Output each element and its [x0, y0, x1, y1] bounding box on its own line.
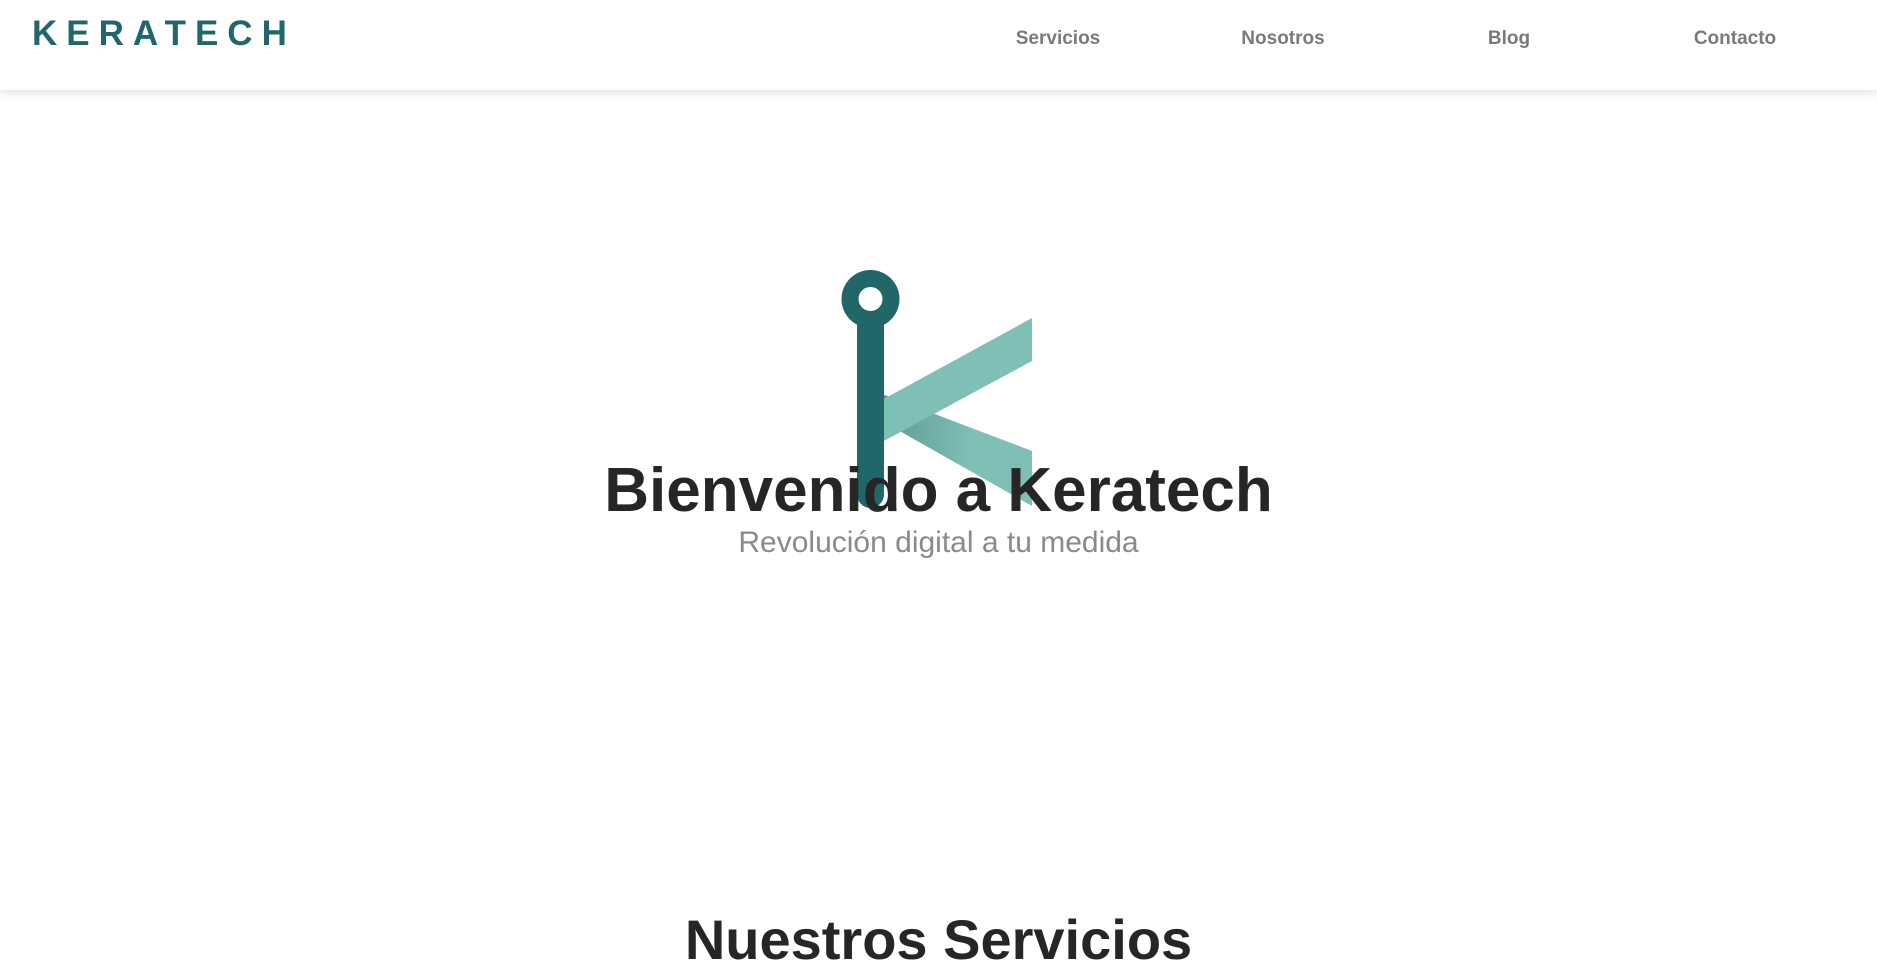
main-nav: Servicios Nosotros Blog Contacto [0, 0, 1877, 82]
nav-link-nosotros[interactable]: Nosotros [1241, 28, 1324, 50]
hero-section: Bienvenido a Keratech Revolución digital… [0, 90, 1877, 933]
hero-title: Bienvenido a Keratech [604, 456, 1273, 525]
services-section-title: Nuestros Servicios [684, 908, 1193, 971]
nav-link-blog[interactable]: Blog [1488, 28, 1530, 50]
nav-link-contacto[interactable]: Contacto [1694, 28, 1776, 50]
hero-subtitle: Revolución digital a tu medida [738, 526, 1139, 559]
nav-link-servicios[interactable]: Servicios [1016, 28, 1101, 50]
site-header: KERATECH Servicios Nosotros Blog Contact… [0, 0, 1877, 90]
